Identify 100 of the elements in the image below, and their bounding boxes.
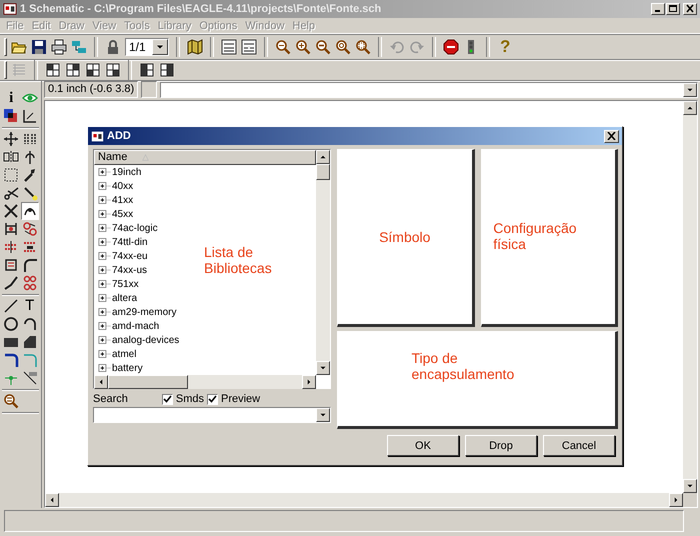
vertical-scrollbar[interactable] (683, 101, 697, 494)
close-button[interactable] (604, 130, 619, 143)
scroll-right-button[interactable] (669, 493, 683, 508)
dialog-button[interactable]: OK (387, 435, 459, 456)
window-layout-icon[interactable] (85, 62, 101, 78)
axis-icon[interactable] (22, 108, 38, 124)
scroll-up-button[interactable] (316, 150, 330, 164)
save-icon[interactable] (31, 39, 47, 56)
text-tool-button[interactable]: T (25, 298, 34, 314)
paste-icon[interactable] (22, 185, 38, 202)
search-field[interactable] (93, 407, 331, 424)
value-icon[interactable] (3, 257, 20, 274)
maximize-button[interactable] (666, 2, 680, 15)
window-layout-icon[interactable] (139, 62, 155, 78)
info-button[interactable]: i (9, 90, 14, 106)
window-layout-icon[interactable] (105, 62, 121, 78)
tree-item[interactable]: battery (98, 361, 143, 376)
zoom-in-icon[interactable] (295, 39, 311, 56)
sort-icon (141, 153, 150, 162)
annotation-label: Símbolo (379, 229, 430, 246)
label-icon[interactable] (22, 370, 38, 386)
miter-icon[interactable] (22, 257, 38, 274)
zoom-select-icon[interactable] (355, 39, 371, 56)
gate-swap-icon[interactable] (22, 221, 38, 238)
scissors-icon[interactable] (3, 185, 20, 202)
window-layout-icon[interactable] (45, 62, 61, 78)
tree-item[interactable]: amd-mach (98, 319, 160, 334)
column-header[interactable]: Name (94, 150, 316, 166)
stop-icon[interactable] (443, 39, 459, 56)
horizontal-scrollbar[interactable] (94, 375, 316, 390)
dropdown-button[interactable] (152, 39, 168, 56)
line-icon[interactable] (3, 298, 20, 314)
tree-item[interactable]: 41xx (98, 193, 134, 208)
window-layout-icon[interactable] (65, 62, 81, 78)
command-field[interactable] (160, 82, 698, 98)
zoom-out-icon[interactable] (315, 39, 331, 56)
move-icon[interactable] (3, 131, 20, 148)
scroll-left-button[interactable] (94, 375, 108, 390)
delete-icon[interactable] (3, 203, 20, 220)
tree-item[interactable]: 74xx-us (98, 263, 148, 278)
tree-item[interactable]: 74xx-eu (98, 249, 148, 264)
erc-icon[interactable] (3, 393, 20, 410)
checkbox-label[interactable]: Smds (176, 393, 204, 406)
bus-icon[interactable] (3, 352, 20, 368)
invoke-icon[interactable] (22, 275, 38, 292)
dialog-button[interactable]: Drop (465, 435, 537, 456)
app-icon (3, 2, 17, 16)
coordinate-readout: 0.1 inch (-0.6 3.8) (44, 81, 138, 98)
zoom-fit-icon[interactable] (275, 39, 291, 56)
tree-item[interactable]: 45xx (98, 207, 134, 222)
schematic-icon[interactable] (221, 39, 237, 56)
scroll-up-button[interactable] (683, 101, 697, 116)
checkbox[interactable] (162, 394, 173, 405)
group-icon[interactable] (3, 167, 20, 184)
tree-item[interactable]: 74ttl-din (98, 235, 148, 250)
circle-icon[interactable] (3, 316, 20, 332)
scroll-down-button[interactable] (316, 361, 330, 376)
tree-item[interactable]: 751xx (98, 277, 139, 292)
pin-swap-icon[interactable] (3, 221, 20, 238)
tree-item[interactable]: atmel (98, 347, 136, 362)
tree-item[interactable]: 74ac-logic (98, 221, 158, 236)
tree-item[interactable]: 19inch (98, 165, 142, 180)
annotation-label: Configuração física (493, 220, 578, 252)
vertical-scrollbar[interactable] (316, 150, 330, 376)
page-select[interactable]: 1/1 (125, 38, 169, 56)
zoom-redraw-icon[interactable] (335, 39, 351, 56)
search-label: Search (93, 393, 128, 406)
polygon-icon[interactable] (22, 334, 38, 350)
checkbox[interactable] (206, 394, 218, 405)
tree-item[interactable]: 40xx (98, 179, 134, 194)
scroll-down-button[interactable] (683, 479, 697, 494)
maximize-icon (668, 4, 678, 14)
dialog-button[interactable]: Cancel (543, 435, 615, 456)
dialog-title: ADD (107, 130, 132, 142)
annotation-label: Lista de Bibliotecas (204, 244, 273, 276)
split-icon[interactable] (3, 275, 20, 292)
check-icon (208, 394, 217, 404)
window-layout-icon[interactable] (159, 62, 175, 78)
close-icon (607, 132, 616, 140)
arc-icon[interactable] (22, 316, 38, 332)
wrench-icon[interactable] (22, 167, 38, 184)
tree-item[interactable]: altera (98, 291, 138, 306)
board-icon[interactable] (241, 39, 257, 56)
layers-icon[interactable] (3, 108, 20, 124)
horizontal-scrollbar[interactable] (45, 493, 683, 508)
minimize-button[interactable] (651, 2, 665, 15)
dropdown-button[interactable] (683, 82, 697, 97)
tree-item[interactable]: analog-devices (98, 333, 180, 348)
blocks-icon[interactable] (71, 39, 87, 56)
scroll-thumb[interactable] (316, 164, 330, 180)
lock-icon[interactable] (105, 39, 121, 56)
map-icon[interactable] (187, 39, 203, 56)
checkbox-label[interactable]: Preview (220, 393, 260, 406)
scroll-right-button[interactable] (302, 375, 316, 390)
dropdown-button[interactable] (316, 408, 330, 422)
printer-icon[interactable] (51, 39, 67, 56)
scroll-left-button[interactable] (45, 493, 59, 508)
tree-item[interactable]: am29-memory (98, 305, 176, 320)
close-button[interactable] (683, 2, 697, 15)
scroll-thumb[interactable] (108, 375, 188, 390)
